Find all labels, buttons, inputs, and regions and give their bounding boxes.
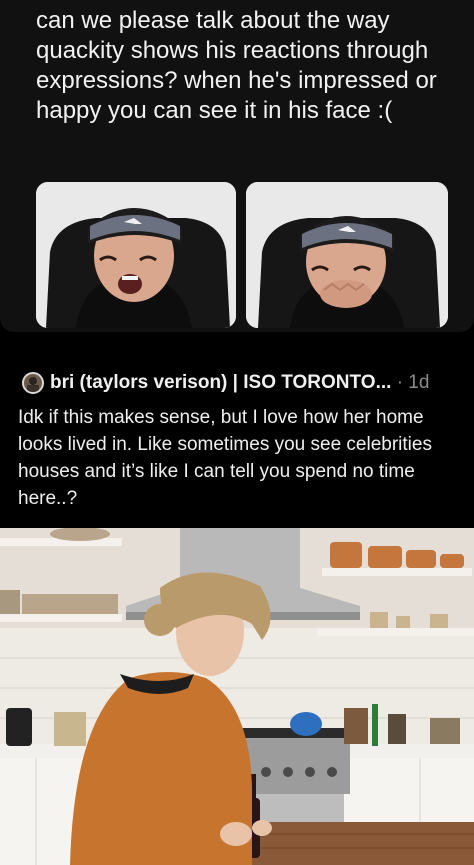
post-time[interactable]: 1d [408,372,429,393]
author-name[interactable]: bri (taylors verison) | ISO TORONTO... [50,372,391,393]
quoted-image-smiling[interactable] [246,182,448,328]
meta-separator: · [396,372,404,393]
quoted-post-text: can we please talk about the way quackit… [36,7,437,124]
reply-author-line: bri (taylors verison) | ISO TORONTO... ·… [50,370,470,396]
reply-text: Idk if this makes sense, but I love how … [18,407,432,509]
kitchen-photo[interactable] [0,528,474,865]
quoted-image-laughing[interactable] [36,182,236,328]
reply-post[interactable]: bri (taylors verison) | ISO TORONTO... ·… [0,358,474,528]
avatar[interactable] [22,372,44,394]
quoted-post-card[interactable]: can we please talk about the way quackit… [0,0,474,332]
